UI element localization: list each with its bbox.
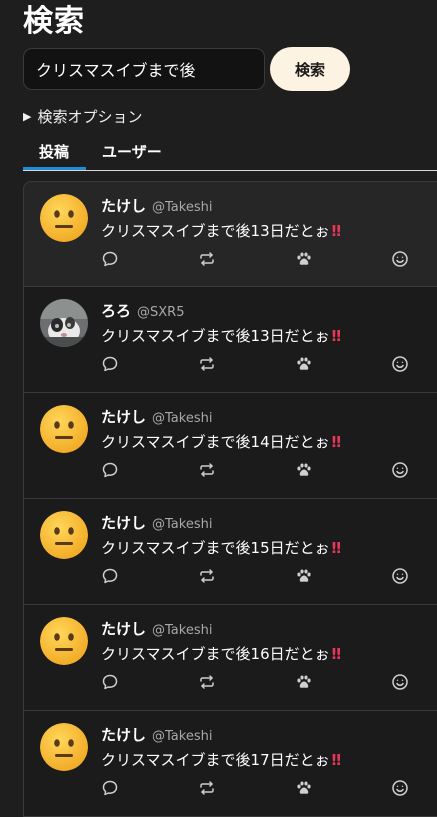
paw-icon[interactable] [295,673,315,693]
repost-icon[interactable] [198,779,218,799]
double-exclamation-emoji: ‼ [331,222,342,240]
tab-bar: 投稿 ユーザー [23,138,437,171]
user-handle[interactable]: @Takeshi [152,200,212,215]
post-text: クリスマスイブまで後13日だとぉ ‼ [101,222,342,240]
search-options-toggle[interactable]: ▶ 検索オプション [23,106,142,127]
paw-icon[interactable] [295,355,315,375]
post-actions [101,250,411,270]
reply-icon[interactable] [101,673,121,693]
display-name[interactable]: たけし [101,618,146,639]
user-handle[interactable]: @Takeshi [152,411,212,426]
smiley-icon[interactable] [391,567,411,587]
double-exclamation-emoji: ‼ [331,433,342,451]
post-item[interactable]: たけし @Takeshi クリスマスイブまで後15日だとぉ ‼ [23,499,437,605]
post-item[interactable]: ろろ @SXR5 クリスマスイブまで後13日だとぉ ‼ [23,287,437,393]
reply-icon[interactable] [101,461,121,481]
display-name[interactable]: たけし [101,724,146,745]
display-name[interactable]: たけし [101,195,146,216]
post-actions [101,567,411,587]
post-item[interactable]: たけし @Takeshi クリスマスイブまで後13日だとぉ ‼ [23,181,437,287]
paw-icon[interactable] [295,779,315,799]
tab-posts[interactable]: 投稿 [39,141,69,162]
repost-icon[interactable] [198,673,218,693]
repost-icon[interactable] [198,461,218,481]
repost-icon[interactable] [198,567,218,587]
smiley-icon[interactable] [391,355,411,375]
smiley-icon[interactable] [391,779,411,799]
post-text: クリスマスイブまで後16日だとぉ ‼ [101,645,342,663]
active-tab-indicator [23,167,86,170]
paw-icon[interactable] [295,567,315,587]
display-name[interactable]: ろろ [101,300,131,321]
double-exclamation-emoji: ‼ [331,751,342,769]
double-exclamation-emoji: ‼ [331,327,342,345]
avatar[interactable] [40,194,88,242]
smiley-icon[interactable] [391,673,411,693]
reply-icon[interactable] [101,779,121,799]
user-handle[interactable]: @Takeshi [152,623,212,638]
user-handle[interactable]: @SXR5 [137,305,184,320]
user-handle[interactable]: @Takeshi [152,517,212,532]
paw-icon[interactable] [295,461,315,481]
reply-icon[interactable] [101,355,121,375]
smiley-icon[interactable] [391,250,411,270]
smiley-icon[interactable] [391,461,411,481]
post-text: クリスマスイブまで後13日だとぉ ‼ [101,327,342,345]
avatar[interactable] [40,299,88,347]
double-exclamation-emoji: ‼ [331,645,342,663]
post-feed: たけし @Takeshi クリスマスイブまで後13日だとぉ ‼ ろろ @SXR5 … [23,181,437,817]
search-input[interactable] [23,48,265,90]
disclosure-triangle-icon: ▶ [23,110,32,123]
post-item[interactable]: たけし @Takeshi クリスマスイブまで後17日だとぉ ‼ [23,711,437,817]
page-title: 検索 [23,4,85,39]
post-text: クリスマスイブまで後17日だとぉ ‼ [101,751,342,769]
post-actions [101,779,411,799]
search-options-label: 検索オプション [37,108,143,126]
post-text: クリスマスイブまで後14日だとぉ ‼ [101,433,342,451]
reply-icon[interactable] [101,250,121,270]
user-handle[interactable]: @Takeshi [152,729,212,744]
tab-users[interactable]: ユーザー [102,141,162,162]
paw-icon[interactable] [295,250,315,270]
repost-icon[interactable] [198,250,218,270]
avatar[interactable] [40,405,88,453]
reply-icon[interactable] [101,567,121,587]
post-actions [101,461,411,481]
avatar[interactable] [40,723,88,771]
post-item[interactable]: たけし @Takeshi クリスマスイブまで後16日だとぉ ‼ [23,605,437,711]
repost-icon[interactable] [198,355,218,375]
avatar[interactable] [40,617,88,665]
post-text: クリスマスイブまで後15日だとぉ ‼ [101,539,342,557]
post-actions [101,355,411,375]
post-actions [101,673,411,693]
display-name[interactable]: たけし [101,512,146,533]
search-button[interactable]: 検索 [270,47,350,91]
double-exclamation-emoji: ‼ [331,539,342,557]
display-name[interactable]: たけし [101,406,146,427]
post-item[interactable]: たけし @Takeshi クリスマスイブまで後14日だとぉ ‼ [23,393,437,499]
avatar[interactable] [40,511,88,559]
